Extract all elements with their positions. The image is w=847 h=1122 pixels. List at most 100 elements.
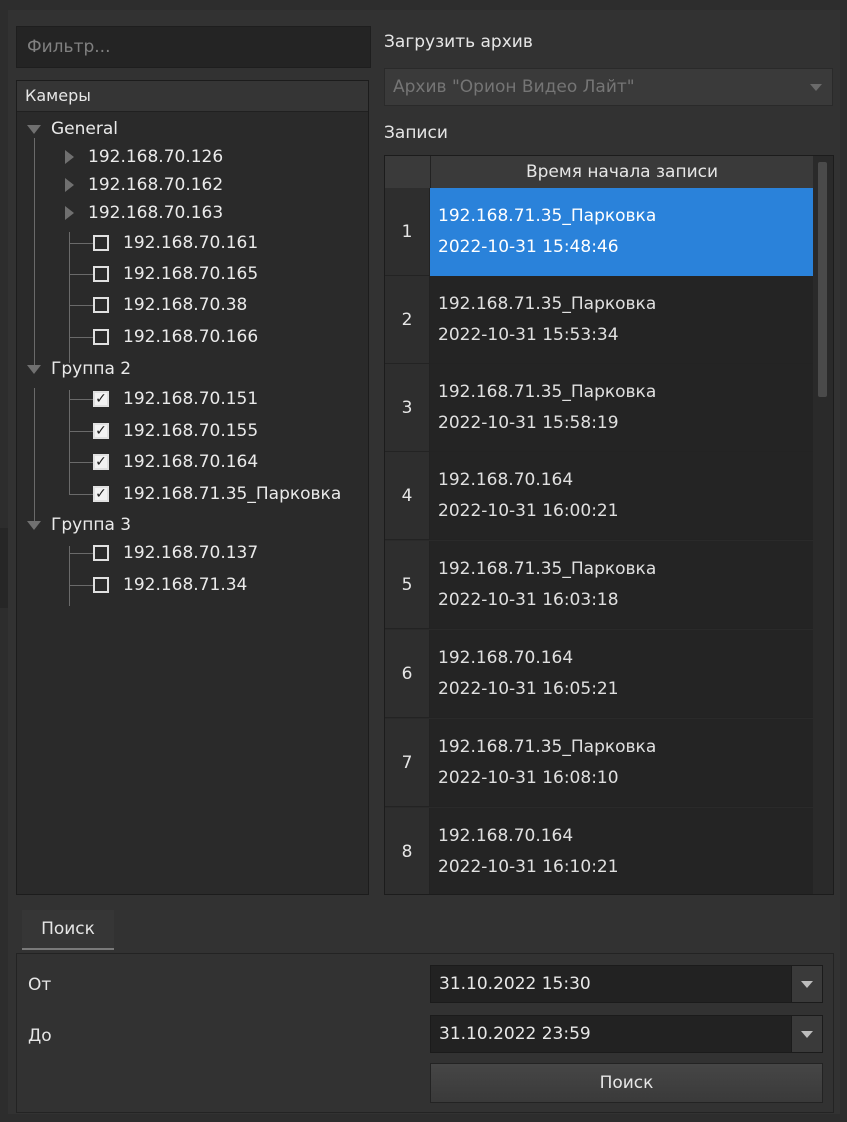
tree-item-label: 192.168.70.165 [123, 264, 259, 284]
to-datetime-field[interactable]: 31.10.2022 23:59 [430, 1015, 823, 1053]
tree-line [34, 138, 35, 368]
table-row[interactable]: 4 192.168.70.164 2022-10-31 16:00:21 [385, 452, 813, 540]
table-row[interactable]: 2 192.168.71.35_Парковка 2022-10-31 15:5… [385, 276, 813, 364]
tree-header: Камеры [17, 81, 368, 112]
from-datetime-field[interactable]: 31.10.2022 15:30 [430, 965, 823, 1003]
splitter-handle[interactable] [0, 528, 8, 608]
table-row[interactable]: 7 192.168.71.35_Парковка 2022-10-31 16:0… [385, 719, 813, 807]
checkbox-unchecked[interactable] [93, 577, 109, 593]
record-cell[interactable]: 192.168.71.35_Парковка 2022-10-31 15:48:… [430, 188, 813, 276]
tree-item-label: 192.168.70.164 [123, 452, 259, 472]
record-cell[interactable]: 192.168.71.35_Парковка 2022-10-31 16:08:… [430, 719, 813, 807]
tree-camera-item[interactable]: ✓ 192.168.70.151 [93, 384, 258, 414]
record-camera: 192.168.71.35_Парковка [438, 558, 657, 579]
record-camera: 192.168.71.35_Парковка [438, 206, 657, 226]
record-cell[interactable]: 192.168.71.35_Парковка 2022-10-31 15:53:… [430, 276, 813, 364]
table-row[interactable]: 6 192.168.70.164 2022-10-31 16:05:21 [385, 630, 813, 718]
record-camera: 192.168.71.35_Парковка [438, 736, 657, 757]
tree-subgroup[interactable]: 192.168.70.162 [65, 170, 223, 200]
record-camera: 192.168.71.35_Парковка [438, 293, 657, 314]
tree-camera-item[interactable]: 192.168.70.161 [93, 228, 258, 258]
record-cell[interactable]: 192.168.70.164 2022-10-31 16:05:21 [430, 630, 813, 718]
record-time: 2022-10-31 16:08:10 [438, 767, 619, 788]
search-button[interactable]: Поиск [430, 1063, 823, 1103]
record-camera: 192.168.71.35_Парковка [438, 381, 657, 402]
tree-item-label: 192.168.71.34 [123, 575, 248, 595]
tree-subgroup[interactable]: 192.168.70.163 [65, 198, 223, 228]
table-corner[interactable] [385, 156, 431, 188]
checkbox-unchecked[interactable] [93, 266, 109, 282]
record-time: 2022-10-31 16:05:21 [438, 678, 619, 699]
tree-subgroup[interactable]: 192.168.70.126 [65, 142, 223, 172]
record-cell[interactable]: 192.168.70.164 2022-10-31 16:00:21 [430, 452, 813, 540]
table-row[interactable]: 1 192.168.71.35_Парковка 2022-10-31 15:4… [385, 188, 813, 276]
archive-label: Загрузить архив [384, 32, 533, 52]
checkbox-unchecked[interactable] [93, 545, 109, 561]
row-number: 3 [385, 364, 430, 452]
camera-tree[interactable]: Камеры General 192.168.70.126 192.168.70… [16, 80, 369, 895]
tree-camera-item[interactable]: 192.168.70.38 [93, 290, 247, 320]
row-number: 6 [385, 630, 430, 718]
row-number: 2 [385, 276, 430, 364]
tree-line [69, 337, 93, 338]
checkbox-checked[interactable]: ✓ [93, 391, 109, 407]
collapsed-arrow-icon[interactable] [65, 178, 74, 192]
expand-arrow-icon[interactable] [27, 364, 41, 374]
record-cell[interactable]: 192.168.71.35_Парковка 2022-10-31 15:58:… [430, 364, 813, 452]
tree-line [69, 546, 70, 606]
record-camera: 192.168.70.164 [438, 825, 574, 846]
checkbox-checked[interactable]: ✓ [93, 454, 109, 470]
tree-line [69, 399, 93, 400]
group-label: General [51, 119, 118, 139]
archive-select-value: Архив "Орион Видео Лайт" [393, 77, 635, 97]
table-row[interactable]: 3 192.168.71.35_Парковка 2022-10-31 15:5… [385, 364, 813, 452]
record-time: 2022-10-31 15:48:46 [438, 237, 619, 257]
row-number: 4 [385, 452, 430, 540]
tree-camera-item[interactable]: ✓ 192.168.70.164 [93, 447, 258, 477]
tree-item-label: 192.168.70.161 [123, 233, 259, 253]
table-row[interactable]: 8 192.168.70.164 2022-10-31 16:10:21 [385, 808, 813, 894]
tree-item-label: 192.168.70.151 [123, 389, 259, 409]
chevron-down-icon[interactable] [791, 966, 822, 1002]
tree-camera-item[interactable]: ✓ 192.168.71.35_Парковка [93, 479, 341, 509]
row-number: 5 [385, 541, 430, 629]
collapsed-arrow-icon[interactable] [65, 150, 74, 164]
expand-arrow-icon[interactable] [27, 520, 41, 530]
filter-box[interactable] [16, 26, 371, 68]
tree-camera-item[interactable]: 192.168.70.137 [93, 538, 258, 568]
chevron-down-icon [810, 84, 822, 91]
collapsed-arrow-icon[interactable] [65, 206, 74, 220]
chevron-down-icon[interactable] [791, 1016, 822, 1052]
tree-line [69, 431, 93, 432]
tree-group-2[interactable]: Группа 2 [27, 354, 131, 384]
checkbox-unchecked[interactable] [93, 329, 109, 345]
scrollbar-thumb[interactable] [818, 162, 827, 397]
tree-line [69, 243, 93, 244]
tree-camera-item[interactable]: ✓ 192.168.70.155 [93, 416, 258, 446]
tree-line [69, 494, 93, 495]
records-table[interactable]: Время начала записи 1 192.168.71.35_Парк… [384, 155, 834, 895]
checkbox-unchecked[interactable] [93, 235, 109, 251]
tree-camera-item[interactable]: 192.168.70.165 [93, 259, 258, 289]
record-time: 2022-10-31 15:58:19 [438, 412, 619, 433]
record-cell[interactable]: 192.168.70.164 2022-10-31 16:10:21 [430, 808, 813, 894]
record-time: 2022-10-31 16:10:21 [438, 856, 619, 877]
expand-arrow-icon[interactable] [27, 124, 41, 134]
tab-search[interactable]: Поиск [22, 910, 114, 950]
column-header-start-time[interactable]: Время начала записи [431, 156, 813, 189]
filter-input[interactable] [25, 36, 362, 58]
tree-camera-item[interactable]: 192.168.70.166 [93, 322, 258, 352]
tree-group-3[interactable]: Группа 3 [27, 510, 131, 540]
checkbox-unchecked[interactable] [93, 297, 109, 313]
tree-group-general[interactable]: General [27, 114, 118, 144]
archive-select[interactable]: Архив "Орион Видео Лайт" [384, 68, 833, 106]
checkbox-checked[interactable]: ✓ [93, 486, 109, 502]
row-number: 1 [385, 188, 430, 276]
checkbox-checked[interactable]: ✓ [93, 423, 109, 439]
tree-line [69, 274, 93, 275]
tree-camera-item[interactable]: 192.168.71.34 [93, 570, 247, 600]
tree-item-label: 192.168.71.35_Парковка [123, 484, 342, 504]
record-cell[interactable]: 192.168.71.35_Парковка 2022-10-31 16:03:… [430, 541, 813, 629]
vertical-scrollbar[interactable] [813, 156, 833, 894]
table-row[interactable]: 5 192.168.71.35_Парковка 2022-10-31 16:0… [385, 541, 813, 629]
